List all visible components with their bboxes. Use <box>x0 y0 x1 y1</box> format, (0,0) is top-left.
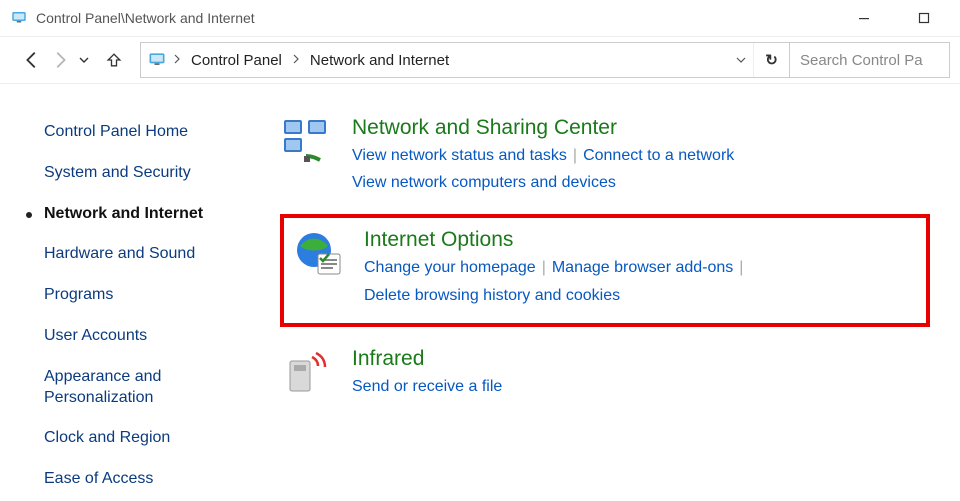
search-input[interactable]: Search Control Pa <box>790 42 950 78</box>
link-view-network-computers[interactable]: View network computers and devices <box>352 174 616 191</box>
category-title[interactable]: Internet Options <box>364 228 918 252</box>
link-change-homepage[interactable]: Change your homepage <box>364 259 536 276</box>
sidebar-item-hardware-sound[interactable]: Hardware and Sound <box>44 234 250 275</box>
infrared-icon <box>280 347 332 399</box>
separator: | <box>567 147 583 164</box>
up-button[interactable] <box>100 46 128 74</box>
link-connect-network[interactable]: Connect to a network <box>583 147 734 164</box>
network-sharing-icon <box>280 116 332 168</box>
sidebar-item-control-panel-home[interactable]: Control Panel Home <box>44 112 250 153</box>
internet-options-icon <box>292 228 344 280</box>
link-view-network-status[interactable]: View network status and tasks <box>352 147 567 164</box>
sidebar: Control Panel Home System and Security N… <box>0 104 270 500</box>
address-bar[interactable]: Control Panel Network and Internet ↻ <box>140 42 790 78</box>
separator: | <box>733 259 749 276</box>
category-title[interactable]: Infrared <box>352 347 930 371</box>
breadcrumb-control-panel[interactable]: Control Panel <box>183 52 290 69</box>
sidebar-item-system-security[interactable]: System and Security <box>44 153 250 194</box>
content-area: Control Panel Home System and Security N… <box>0 84 960 500</box>
control-panel-icon <box>10 9 28 27</box>
sidebar-item-user-accounts[interactable]: User Accounts <box>44 316 250 357</box>
forward-button[interactable] <box>46 46 74 74</box>
sidebar-item-appearance-personalization[interactable]: Appearance and Personalization <box>44 357 250 419</box>
window-title: Control Panel\Network and Internet <box>36 10 255 26</box>
navigation-bar: Control Panel Network and Internet ↻ Sea… <box>0 36 960 84</box>
category-title[interactable]: Network and Sharing Center <box>352 116 930 140</box>
sidebar-item-clock-region[interactable]: Clock and Region <box>44 418 250 459</box>
link-manage-addons[interactable]: Manage browser add-ons <box>552 259 733 276</box>
breadcrumb-network-internet[interactable]: Network and Internet <box>302 52 457 69</box>
maximize-button[interactable] <box>904 5 944 31</box>
minimize-button[interactable] <box>844 5 884 31</box>
link-send-receive-file[interactable]: Send or receive a file <box>352 378 502 395</box>
chevron-right-icon[interactable] <box>171 54 183 67</box>
address-dropdown[interactable] <box>729 43 753 77</box>
link-delete-history[interactable]: Delete browsing history and cookies <box>364 287 620 304</box>
category-internet-options: Internet Options Change your homepage|Ma… <box>280 214 930 326</box>
refresh-button[interactable]: ↻ <box>753 43 789 77</box>
control-panel-address-icon <box>147 50 167 70</box>
separator: | <box>536 259 552 276</box>
sidebar-item-ease-of-access[interactable]: Ease of Access <box>44 459 250 500</box>
title-bar: Control Panel\Network and Internet <box>0 0 960 36</box>
back-button[interactable] <box>18 46 46 74</box>
recent-locations-dropdown[interactable] <box>76 46 92 74</box>
sidebar-item-network-internet[interactable]: Network and Internet <box>44 194 250 235</box>
chevron-right-icon[interactable] <box>290 54 302 67</box>
category-network-sharing: Network and Sharing Center View network … <box>280 104 930 214</box>
sidebar-item-programs[interactable]: Programs <box>44 275 250 316</box>
category-infrared: Infrared Send or receive a file <box>280 335 930 418</box>
main-panel: Network and Sharing Center View network … <box>270 104 960 500</box>
